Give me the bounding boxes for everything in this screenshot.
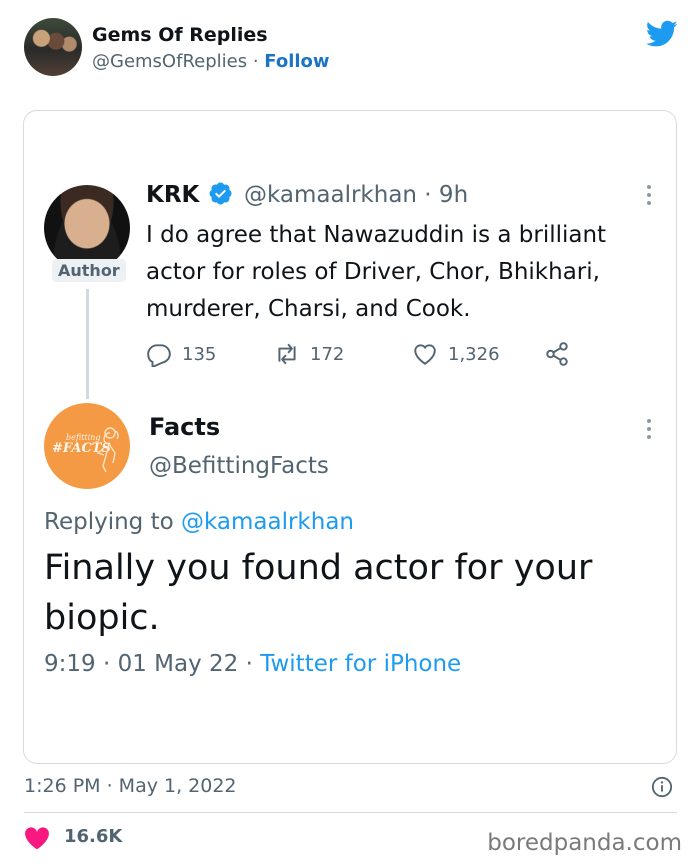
reply-tweet-text: Finally you found actor for your biopic. — [44, 548, 593, 638]
author-handle[interactable]: @GemsOfReplies — [92, 51, 247, 72]
separator: · — [247, 51, 265, 72]
parent-handle-time[interactable]: @kamaalrkhan · 9h — [244, 182, 468, 208]
reply-icon — [147, 344, 171, 367]
more-options-icon[interactable] — [646, 183, 652, 207]
retweet-action[interactable]: 172 — [274, 341, 344, 367]
reply-time[interactable]: 9:19 · 01 May 22 · — [44, 651, 260, 677]
share-icon — [546, 342, 568, 366]
verified-badge-icon — [209, 182, 232, 205]
like-icon — [414, 344, 436, 365]
tweet-timestamp[interactable]: 1:26 PM · May 1, 2022 — [24, 775, 237, 797]
replying-to-label: Replying to — [44, 509, 181, 535]
reply-author-name[interactable]: Facts — [149, 413, 220, 441]
avatar[interactable] — [24, 18, 82, 76]
parent-name[interactable]: KRK — [146, 182, 199, 208]
info-icon[interactable] — [651, 776, 673, 798]
thread-line — [86, 289, 89, 399]
divider — [24, 812, 677, 813]
facts-avatar[interactable]: befitting #FACTS — [44, 403, 130, 489]
more-options-icon[interactable] — [646, 417, 652, 441]
heart-icon[interactable] — [24, 826, 50, 850]
share-action[interactable] — [544, 341, 580, 367]
twitter-bird-icon[interactable] — [646, 20, 678, 48]
reply-action[interactable]: 135 — [146, 341, 216, 367]
parent-actions: 135 172 1,326 — [146, 341, 586, 369]
reply-author-handle[interactable]: @BefittingFacts — [149, 453, 329, 479]
retweet-count: 172 — [310, 343, 345, 365]
thinking-figure-icon — [96, 427, 119, 473]
reply-meta: 9:19 · 01 May 22 · Twitter for iPhone — [44, 651, 461, 677]
like-count-total[interactable]: 16.6K — [64, 826, 122, 847]
tweet-embed: Gems Of Replies @GemsOfReplies · Follow … — [0, 0, 700, 866]
like-action[interactable]: 1,326 — [412, 341, 500, 367]
follow-button[interactable]: Follow — [264, 51, 329, 72]
replying-to-mention[interactable]: @kamaalrkhan — [181, 509, 354, 535]
like-count: 1,326 — [448, 343, 500, 365]
parent-header: KRK @kamaalrkhan · 9h — [146, 181, 468, 208]
author-name[interactable]: Gems Of Replies — [92, 24, 268, 46]
author-handle-line: @GemsOfReplies · Follow — [92, 51, 330, 72]
quoted-screenshot-card: Author KRK @kamaalrkhan · 9h I do agree … — [23, 110, 677, 764]
author-badge: Author — [52, 259, 126, 282]
reply-source[interactable]: Twitter for iPhone — [260, 651, 461, 677]
retweet-icon — [278, 343, 296, 365]
watermark: boredpanda.com — [487, 830, 682, 856]
replying-to: Replying to @kamaalrkhan — [44, 509, 354, 535]
reply-count: 135 — [182, 343, 217, 365]
parent-tweet-text: I do agree that Nawazuddin is a brillian… — [146, 222, 607, 322]
